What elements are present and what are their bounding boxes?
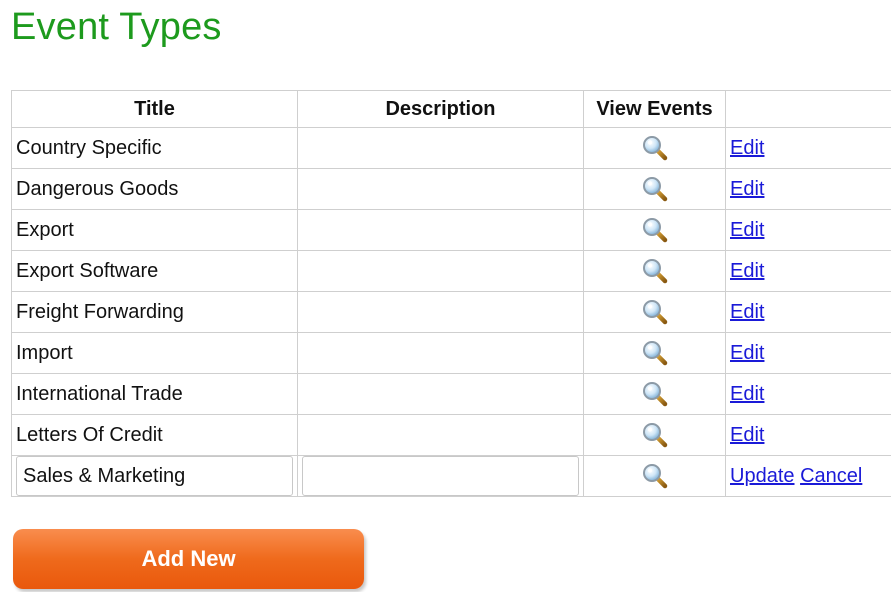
edit-link[interactable]: Edit: [730, 137, 764, 159]
row-title: Freight Forwarding: [11, 291, 298, 333]
title-input[interactable]: [16, 456, 293, 496]
magnifier-icon[interactable]: [642, 463, 668, 489]
event-types-table: Title Description View Events Country Sp…: [11, 90, 891, 497]
view-events-cell: [583, 127, 726, 169]
add-new-button[interactable]: Add New: [13, 529, 364, 589]
edit-link[interactable]: Edit: [730, 260, 764, 282]
magnifier-icon[interactable]: [642, 299, 668, 325]
view-events-cell: [583, 209, 726, 251]
view-events-cell: [583, 291, 726, 333]
actions-cell: Edit: [725, 291, 891, 333]
actions-cell: Edit: [725, 332, 891, 374]
magnifier-icon[interactable]: [642, 381, 668, 407]
column-header-title: Title: [11, 90, 298, 128]
edit-link[interactable]: Edit: [730, 383, 764, 405]
edit-link[interactable]: Edit: [730, 424, 764, 446]
table-row-editing: Update Cancel: [11, 455, 891, 497]
table-row: Letters Of Credit Edit: [11, 414, 891, 456]
view-events-cell: [583, 373, 726, 415]
row-description: [297, 291, 584, 333]
table-row: Import Edit: [11, 332, 891, 374]
actions-cell: Edit: [725, 168, 891, 210]
magnifier-icon[interactable]: [642, 422, 668, 448]
table-row: Export Edit: [11, 209, 891, 251]
actions-cell: Edit: [725, 209, 891, 251]
view-events-cell: [583, 455, 726, 497]
row-title: International Trade: [11, 373, 298, 415]
view-events-cell: [583, 332, 726, 374]
view-events-cell: [583, 414, 726, 456]
table-header-row: Title Description View Events: [11, 90, 891, 128]
row-description: [297, 332, 584, 374]
magnifier-icon[interactable]: [642, 217, 668, 243]
row-description: [297, 250, 584, 292]
magnifier-icon[interactable]: [642, 176, 668, 202]
row-description: [297, 373, 584, 415]
magnifier-icon[interactable]: [642, 135, 668, 161]
table-row: Freight Forwarding Edit: [11, 291, 891, 333]
column-header-actions: [725, 90, 891, 128]
actions-cell: Edit: [725, 250, 891, 292]
edit-link[interactable]: Edit: [730, 301, 764, 323]
edit-link[interactable]: Edit: [730, 178, 764, 200]
row-description: [297, 414, 584, 456]
edit-title-cell: [11, 455, 298, 497]
edit-link[interactable]: Edit: [730, 342, 764, 364]
row-title: Export: [11, 209, 298, 251]
magnifier-icon[interactable]: [642, 340, 668, 366]
table-row: Dangerous Goods Edit: [11, 168, 891, 210]
column-header-view-events: View Events: [583, 90, 726, 128]
actions-cell: Update Cancel: [725, 455, 891, 497]
column-header-description: Description: [297, 90, 584, 128]
actions-cell: Edit: [725, 414, 891, 456]
row-title: Import: [11, 332, 298, 374]
table-row: Export Software Edit: [11, 250, 891, 292]
row-description: [297, 168, 584, 210]
edit-description-cell: [297, 455, 584, 497]
view-events-cell: [583, 250, 726, 292]
row-title: Country Specific: [11, 127, 298, 169]
view-events-cell: [583, 168, 726, 210]
actions-cell: Edit: [725, 373, 891, 415]
row-title: Export Software: [11, 250, 298, 292]
page-title: Event Types: [11, 6, 222, 48]
cancel-link[interactable]: Cancel: [800, 465, 862, 487]
row-description: [297, 127, 584, 169]
table-row: Country Specific Edit: [11, 127, 891, 169]
actions-cell: Edit: [725, 127, 891, 169]
update-link[interactable]: Update: [730, 465, 795, 487]
table-row: International Trade Edit: [11, 373, 891, 415]
edit-link[interactable]: Edit: [730, 219, 764, 241]
magnifier-icon[interactable]: [642, 258, 668, 284]
description-input[interactable]: [302, 456, 579, 496]
row-title: Letters Of Credit: [11, 414, 298, 456]
row-title: Dangerous Goods: [11, 168, 298, 210]
row-description: [297, 209, 584, 251]
